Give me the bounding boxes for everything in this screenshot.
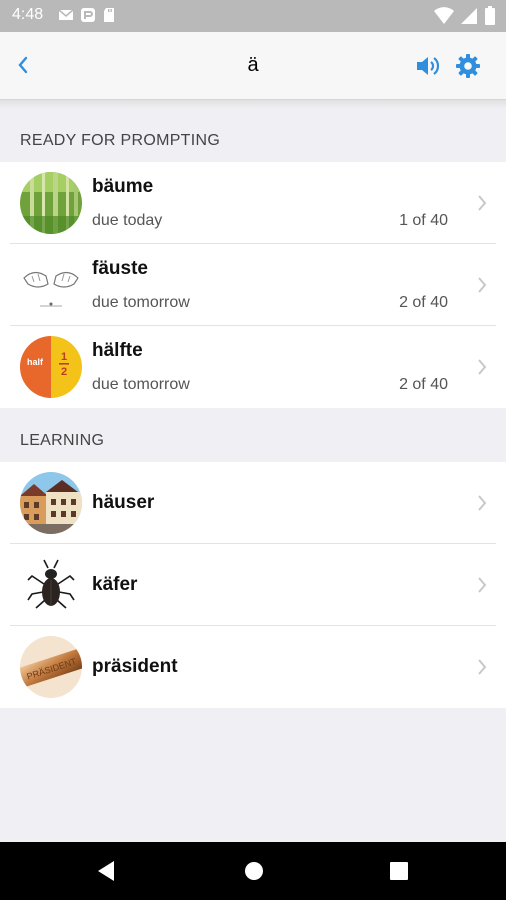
chevron-right-icon xyxy=(478,359,487,375)
list-item[interactable]: häuser xyxy=(0,462,506,544)
learning-list: häuser käfer PRÄSIDENT präsident xyxy=(0,462,506,708)
sd-card-icon xyxy=(104,8,114,22)
speaker-icon xyxy=(417,57,440,75)
plaque-image: PRÄSIDENT xyxy=(20,636,82,698)
houses-image xyxy=(20,472,82,534)
due-label: due tomorrow xyxy=(92,376,190,393)
chevron-right-icon xyxy=(478,195,487,211)
section-header-ready: READY FOR PROMPTING xyxy=(20,132,221,149)
list-item[interactable]: PRÄSIDENT präsident xyxy=(0,626,506,708)
due-label: due today xyxy=(92,212,163,229)
section-header-learning: LEARNING xyxy=(20,432,105,449)
beetle-image xyxy=(20,554,82,616)
svg-text:half: half xyxy=(27,357,44,367)
chevron-right-icon xyxy=(478,577,487,593)
word-label: präsident xyxy=(92,656,178,677)
list-item[interactable]: fäuste due tomorrow 2 of 40 xyxy=(0,244,506,326)
back-triangle-icon[interactable] xyxy=(96,860,116,882)
sound-button[interactable] xyxy=(412,50,444,82)
fists-image xyxy=(20,254,82,316)
list-item[interactable]: käfer xyxy=(0,544,506,626)
half-image: half 1 2 xyxy=(20,336,82,398)
progress-label: 2 of 40 xyxy=(399,376,448,393)
chevron-right-icon xyxy=(478,659,487,675)
word-label: bäume xyxy=(92,176,154,197)
wifi-icon xyxy=(434,7,454,24)
gear-icon xyxy=(456,54,480,78)
word-label: häuser xyxy=(92,492,155,513)
battery-icon xyxy=(485,6,495,25)
status-bar: 4:48 xyxy=(0,0,506,32)
trees-image xyxy=(20,172,82,234)
signal-icon xyxy=(461,8,477,24)
status-time: 4:48 xyxy=(12,6,44,23)
home-circle-icon[interactable] xyxy=(244,861,264,881)
svg-text:1: 1 xyxy=(61,351,67,363)
svg-text:2: 2 xyxy=(61,366,67,378)
progress-label: 2 of 40 xyxy=(399,294,448,311)
progress-label: 1 of 40 xyxy=(399,212,448,229)
chevron-right-icon xyxy=(478,277,487,293)
ready-list: bäume due today 1 of 40 fäuste due tomor… xyxy=(0,162,506,408)
navigation-bar xyxy=(0,842,506,900)
header: ä xyxy=(0,32,506,100)
gmail-icon xyxy=(58,9,74,20)
list-item[interactable]: half 1 2 hälfte due tomorrow 2 of 40 xyxy=(0,326,506,408)
list-item[interactable]: bäume due today 1 of 40 xyxy=(0,162,506,244)
word-label: käfer xyxy=(92,574,138,595)
settings-button[interactable] xyxy=(452,50,484,82)
chevron-right-icon xyxy=(478,495,487,511)
app-icon xyxy=(81,8,95,22)
word-label: fäuste xyxy=(92,258,148,279)
word-label: hälfte xyxy=(92,340,143,361)
recents-square-icon[interactable] xyxy=(390,862,408,880)
due-label: due tomorrow xyxy=(92,294,190,311)
